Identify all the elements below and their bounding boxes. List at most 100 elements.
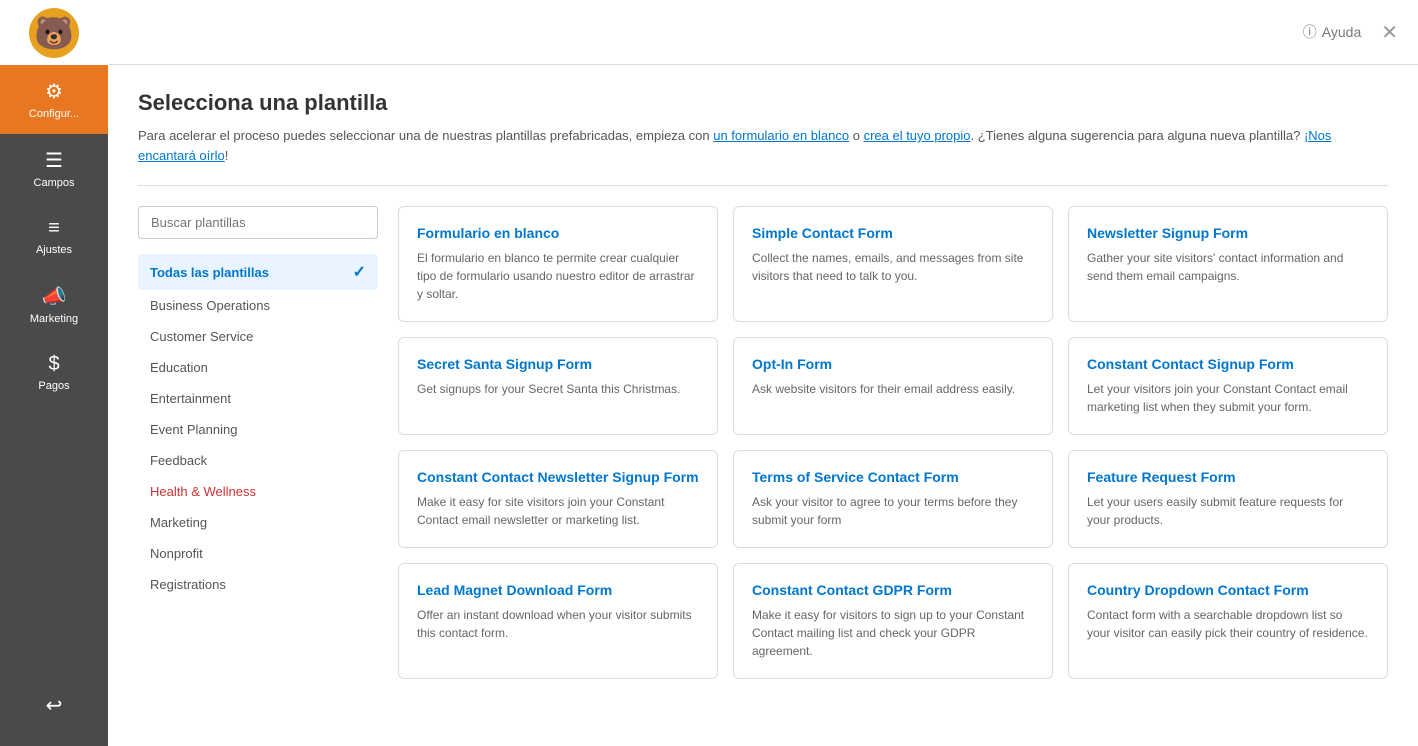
sidebar-bottom: ↩: [0, 679, 108, 746]
template-card[interactable]: Secret Santa Signup Form Get signups for …: [398, 337, 718, 435]
filter-feedback-label: Feedback: [150, 453, 207, 468]
link-custom[interactable]: crea el tuyo propio: [864, 128, 971, 143]
filter-education[interactable]: Education: [138, 352, 378, 383]
filter-health[interactable]: Health & Wellness: [138, 476, 378, 507]
template-card-title: Constant Contact GDPR Form: [752, 582, 1034, 598]
main-area: ⓘ Ayuda ✕ Selecciona una plantilla Para …: [108, 0, 1418, 746]
filter-entertainment-label: Entertainment: [150, 391, 231, 406]
template-card[interactable]: Lead Magnet Download Form Offer an instan…: [398, 563, 718, 679]
template-card-title: Feature Request Form: [1087, 469, 1369, 485]
close-icon: ✕: [1381, 22, 1398, 44]
template-card-title: Constant Contact Signup Form: [1087, 356, 1369, 372]
desc-suffix: . ¿Tienes alguna sugerencia para alguna …: [971, 128, 1304, 143]
fields-icon: ☰: [45, 148, 63, 173]
divider: [138, 185, 1388, 186]
settings-icon: ≡: [48, 217, 60, 240]
template-card[interactable]: Newsletter Signup Form Gather your site v…: [1068, 206, 1388, 322]
filter-customer[interactable]: Customer Service: [138, 321, 378, 352]
template-card-title: Secret Santa Signup Form: [417, 356, 699, 372]
filter-education-label: Education: [150, 360, 208, 375]
template-card[interactable]: Formulario en blanco El formulario en bla…: [398, 206, 718, 322]
filter-business[interactable]: Business Operations: [138, 290, 378, 321]
filter-customer-label: Customer Service: [150, 329, 253, 344]
template-card-desc: Gather your site visitors' contact infor…: [1087, 249, 1369, 285]
sidebar-item-ajustes[interactable]: ≡ Ajustes: [0, 203, 108, 270]
template-card-desc: Make it easy for site visitors join your…: [417, 493, 699, 529]
search-input[interactable]: [138, 206, 378, 239]
desc-prefix: Para acelerar el proceso puedes seleccio…: [138, 128, 713, 143]
filter-nonprofit-label: Nonprofit: [150, 546, 203, 561]
filter-feedback[interactable]: Feedback: [138, 445, 378, 476]
template-card-desc: Ask your visitor to agree to your terms …: [752, 493, 1034, 529]
sidebar-item-ajustes-label: Ajustes: [36, 244, 72, 256]
desc-end: !: [225, 148, 229, 163]
template-card[interactable]: Constant Contact Newsletter Signup Form M…: [398, 450, 718, 548]
template-card[interactable]: Terms of Service Contact Form Ask your vi…: [733, 450, 1053, 548]
template-card-desc: Contact form with a searchable dropdown …: [1087, 606, 1369, 642]
help-button[interactable]: ⓘ Ayuda: [1303, 22, 1361, 42]
filter-health-label: Health & Wellness: [150, 484, 256, 499]
template-card[interactable]: Constant Contact GDPR Form Make it easy f…: [733, 563, 1053, 679]
template-card-title: Formulario en blanco: [417, 225, 699, 241]
filter-nonprofit[interactable]: Nonprofit: [138, 538, 378, 569]
template-card-desc: Get signups for your Secret Santa this C…: [417, 380, 699, 398]
filter-entertainment[interactable]: Entertainment: [138, 383, 378, 414]
sidebar-item-configurar[interactable]: ⚙ Configur...: [0, 65, 108, 134]
templates-layout: Todas las plantillas ✓ Business Operatio…: [138, 206, 1388, 679]
marketing-icon: 📣: [42, 284, 67, 309]
filter-all-checkmark: ✓: [353, 262, 366, 282]
filter-business-label: Business Operations: [150, 298, 270, 313]
filter-sidebar: Todas las plantillas ✓ Business Operatio…: [138, 206, 378, 679]
sidebar: ⚙ Configur... ☰ Campos ≡ Ajustes 📣 Marke…: [0, 0, 108, 746]
template-card-desc: Let your visitors join your Constant Con…: [1087, 380, 1369, 416]
template-card[interactable]: Simple Contact Form Collect the names, em…: [733, 206, 1053, 322]
filter-event[interactable]: Event Planning: [138, 414, 378, 445]
link-blank[interactable]: un formulario en blanco: [713, 128, 849, 143]
sidebar-item-campos[interactable]: ☰ Campos: [0, 134, 108, 203]
template-grid: Formulario en blanco El formulario en bla…: [398, 206, 1388, 679]
template-card-desc: Let your users easily submit feature req…: [1087, 493, 1369, 529]
page-title: Selecciona una plantilla: [138, 90, 1388, 116]
filter-marketing-label: Marketing: [150, 515, 207, 530]
template-card-desc: Collect the names, emails, and messages …: [752, 249, 1034, 285]
dollar-icon: $: [48, 353, 59, 376]
desc-middle: o: [849, 128, 863, 143]
template-card-title: Country Dropdown Contact Form: [1087, 582, 1369, 598]
template-card[interactable]: Constant Contact Signup Form Let your vis…: [1068, 337, 1388, 435]
topbar: ⓘ Ayuda ✕: [108, 0, 1418, 65]
gear-icon: ⚙: [45, 79, 63, 104]
template-card-title: Constant Contact Newsletter Signup Form: [417, 469, 699, 485]
sidebar-item-marketing-label: Marketing: [30, 313, 78, 325]
sidebar-item-marketing[interactable]: 📣 Marketing: [0, 270, 108, 339]
sidebar-item-configurar-label: Configur...: [29, 108, 79, 120]
template-card[interactable]: Feature Request Form Let your users easil…: [1068, 450, 1388, 548]
template-card-title: Opt-In Form: [752, 356, 1034, 372]
template-card-desc: Make it easy for visitors to sign up to …: [752, 606, 1034, 660]
template-card-title: Newsletter Signup Form: [1087, 225, 1369, 241]
template-card-title: Lead Magnet Download Form: [417, 582, 699, 598]
sidebar-logo: [0, 0, 108, 65]
back-icon: ↩: [46, 693, 63, 718]
template-card-desc: Offer an instant download when your visi…: [417, 606, 699, 642]
help-label: Ayuda: [1322, 24, 1361, 40]
help-circle-icon: ⓘ: [1303, 22, 1317, 42]
filter-registrations-label: Registrations: [150, 577, 226, 592]
template-card-title: Terms of Service Contact Form: [752, 469, 1034, 485]
sidebar-item-back[interactable]: ↩: [0, 679, 108, 736]
template-card[interactable]: Opt-In Form Ask website visitors for thei…: [733, 337, 1053, 435]
sidebar-item-pagos[interactable]: $ Pagos: [0, 339, 108, 406]
filter-all[interactable]: Todas las plantillas ✓: [138, 254, 378, 290]
template-card-desc: Ask website visitors for their email add…: [752, 380, 1034, 398]
filter-event-label: Event Planning: [150, 422, 237, 437]
close-button[interactable]: ✕: [1381, 20, 1398, 45]
page-description: Para acelerar el proceso puedes seleccio…: [138, 126, 1388, 165]
logo-bear: [29, 8, 79, 58]
filter-all-label: Todas las plantillas: [150, 265, 269, 280]
template-card[interactable]: Country Dropdown Contact Form Contact for…: [1068, 563, 1388, 679]
content-area: Selecciona una plantilla Para acelerar e…: [108, 65, 1418, 746]
template-card-desc: El formulario en blanco te permite crear…: [417, 249, 699, 303]
sidebar-item-pagos-label: Pagos: [38, 380, 69, 392]
template-card-title: Simple Contact Form: [752, 225, 1034, 241]
filter-registrations[interactable]: Registrations: [138, 569, 378, 600]
filter-marketing[interactable]: Marketing: [138, 507, 378, 538]
